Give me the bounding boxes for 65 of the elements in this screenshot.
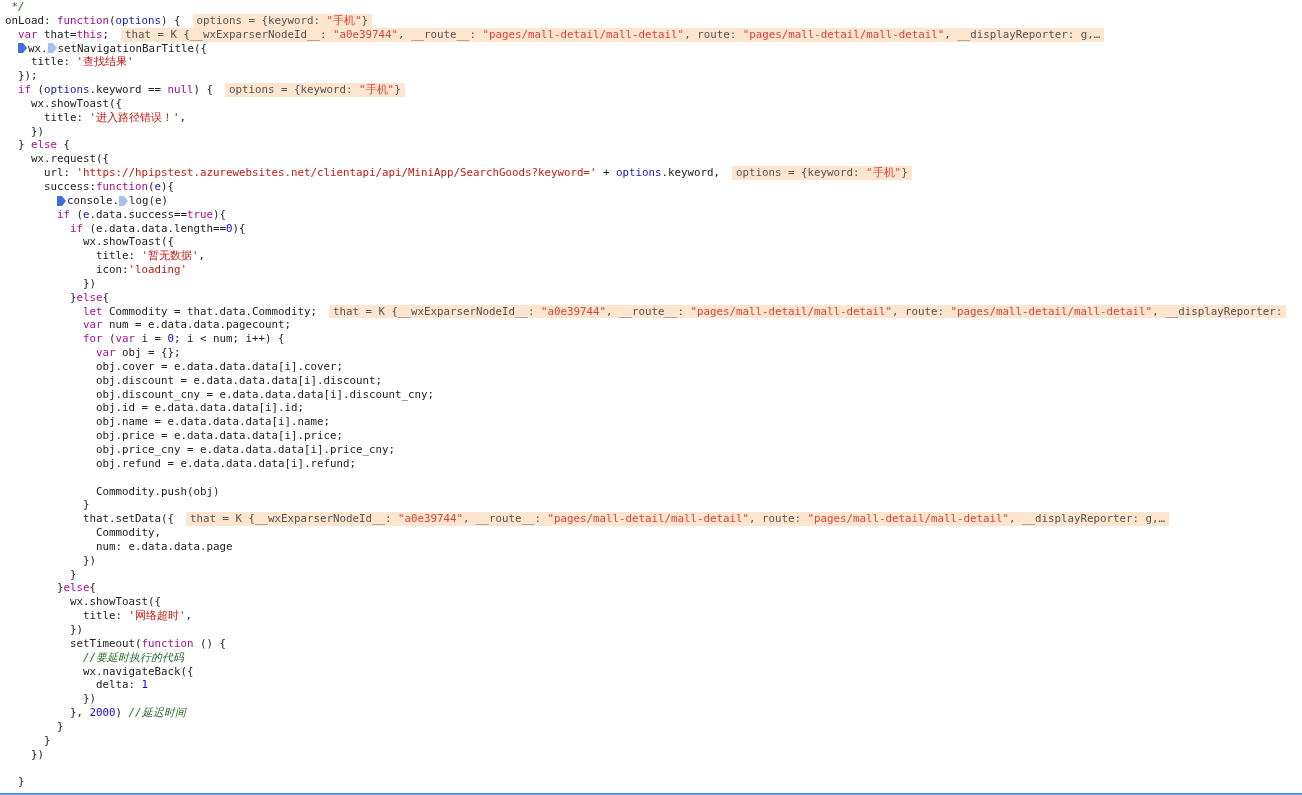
inline-value: that = K {__wxExparserNodeId__: "a0e39744", __route__: "pages/mall-detail/mall-detail", route: "pages/mall-detail/mall-detail", __displayReporter: g,… — [186, 512, 1170, 527]
code-line: wx.showToast({ — [69, 595, 161, 610]
code-line: wx. setNavigationBarTitle({ — [5, 41, 208, 56]
code-line: obj.price = e.data.data.data[i].price; — [95, 429, 343, 443]
code-line: //要延时执行的代码 — [82, 650, 184, 665]
code-line: setTimeout(function () { — [69, 636, 227, 651]
code-line: if (e.data.success==true){ — [56, 207, 227, 222]
code-line: num: e.data.data.page — [95, 539, 233, 554]
code-line: if (e.data.data.length==0){ — [69, 221, 246, 236]
code-line: obj.cover = e.data.data.data[i].cover; — [95, 359, 343, 374]
breakpoint-marker-icon[interactable] — [47, 43, 57, 54]
code-line: title: '查找结果' — [30, 55, 134, 70]
code-line: onLoad: function(options) { — [5, 13, 181, 28]
code-line: wx.showToast({ — [30, 96, 122, 111]
inline-value: options = {keyword: "手机"} — [732, 166, 912, 180]
code-line: var obj = {}; — [95, 346, 181, 360]
code-line: title: '网络超时', — [82, 609, 193, 623]
code-line: }else{ — [56, 581, 97, 596]
code-line: } — [17, 775, 25, 790]
code-line: obj.discount_cny = e.data.data.data[i].discount_cny; — [95, 387, 435, 402]
code-line: icon:'loading' — [95, 263, 188, 277]
code-line: }) — [69, 622, 83, 637]
code-line: wx.showToast({ — [82, 235, 174, 250]
inline-value: that = K {__wxExparserNodeId__: "a0e39744", __route__: "pages/mall-detail/mall-detail", route: "pages/mall-detail/mall-detail", __displayReporter: g,… — [121, 27, 1105, 42]
breakpoint-marker-icon[interactable] — [119, 195, 129, 206]
code-line: success:function(e){ — [43, 179, 175, 194]
code-line: }); — [17, 69, 38, 84]
code-line: } else { — [17, 138, 71, 153]
code-line: } — [69, 567, 77, 582]
code-line: Commodity.push(obj) — [95, 484, 220, 499]
code-line: var num = e.data.data.pagecount; — [82, 318, 292, 333]
code-line: let Commodity = that.data.Commodity; — [82, 304, 318, 319]
code-line: }, 2000) //延迟时间 — [69, 706, 186, 720]
code-line: delta: 1 — [95, 678, 149, 693]
code-line: var that=this; — [17, 27, 110, 42]
code-line: wx.navigateBack({ — [82, 664, 194, 679]
code-line: if (options.keyword == null) { — [17, 83, 214, 97]
breakpoint-marker-icon[interactable] — [18, 43, 27, 54]
code-line: console. log(e) — [5, 193, 169, 208]
code-line: obj.price_cny = e.data.data.data[i].price_cny; — [95, 443, 396, 457]
code-line: obj.name = e.data.data.data[i].name; — [95, 415, 330, 430]
inline-value: that = K {__wxExparserNodeId__: "a0e39744", __route__: "pages/mall-detail/mall-detail", route: "pages/mall-detail/mall-detail", __displayReporter: — [329, 304, 1287, 319]
code-line: that.setData({ — [82, 512, 174, 527]
code-line: }) — [30, 747, 44, 763]
code-line: } — [82, 498, 90, 513]
code-line: */ — [10, 0, 25, 14]
code-line: title: '进入路径错误！', — [43, 110, 187, 125]
inline-value: options = {keyword: "手机"} — [192, 13, 373, 28]
code-line: }else{ — [69, 290, 110, 305]
code-line: obj.id = e.data.data.data[i].id; — [95, 401, 304, 416]
code-line: }) — [82, 553, 96, 568]
code-line: obj.refund = e.data.data.data[i].refund; — [95, 456, 356, 472]
code-line: title: '暂无数据', — [95, 249, 206, 264]
code-line: } — [43, 733, 51, 748]
code-line: wx.request({ — [30, 152, 109, 167]
code-line: }) — [30, 124, 44, 139]
inline-value: options = {keyword: "手机"} — [225, 83, 405, 97]
code-line: }) — [82, 692, 96, 707]
code-line: }) — [82, 276, 96, 291]
code-line: Commodity, — [95, 526, 161, 540]
breakpoint-marker-icon[interactable] — [57, 195, 66, 206]
code-line: obj.discount = e.data.data.data[i].discount; — [95, 373, 383, 388]
code-line: url: 'https://hpipstest.azurewebsites.net/clientapi/api/MiniApp/SearchGoods?keyword=' + options.keyword, — [43, 166, 721, 180]
code-line: } — [56, 719, 64, 734]
code-line: for (var i = 0; i < num; i++) { — [82, 332, 285, 347]
